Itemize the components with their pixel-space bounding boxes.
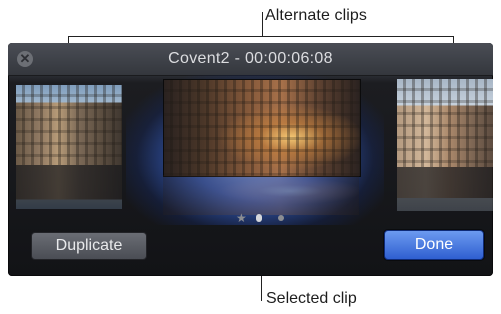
window-title: Covent2 - 00:00:06:08 bbox=[168, 50, 333, 67]
title-bar: ✕ Covent2 - 00:00:06:08 bbox=[8, 43, 493, 76]
alternate-clip-left-reflection bbox=[16, 165, 122, 209]
done-button[interactable]: Done bbox=[384, 230, 484, 260]
selected-clip[interactable] bbox=[163, 79, 361, 177]
alternate-clip-dot[interactable] bbox=[278, 215, 284, 221]
clip-page-indicator: ★ bbox=[8, 211, 493, 225]
duplicate-button[interactable]: Duplicate bbox=[31, 232, 147, 260]
favorite-star-icon[interactable]: ★ bbox=[236, 211, 247, 225]
alternate-clip-right-reflection bbox=[397, 167, 493, 211]
clip-carousel bbox=[8, 75, 493, 225]
alternate-clip-right[interactable] bbox=[397, 79, 493, 167]
callout-line-top-stem bbox=[262, 12, 263, 37]
alternate-clips-callout: Alternate clips bbox=[265, 7, 367, 24]
alternate-clip-left[interactable] bbox=[16, 85, 122, 165]
selected-clip-callout: Selected clip bbox=[266, 290, 357, 307]
audition-window: ✕ Covent2 - 00:00:06:08 ★ Duplicate Done bbox=[8, 43, 493, 276]
current-clip-dot[interactable] bbox=[256, 214, 262, 222]
selected-clip-reflection bbox=[163, 175, 359, 215]
callout-bracket-horizontal bbox=[68, 36, 454, 37]
